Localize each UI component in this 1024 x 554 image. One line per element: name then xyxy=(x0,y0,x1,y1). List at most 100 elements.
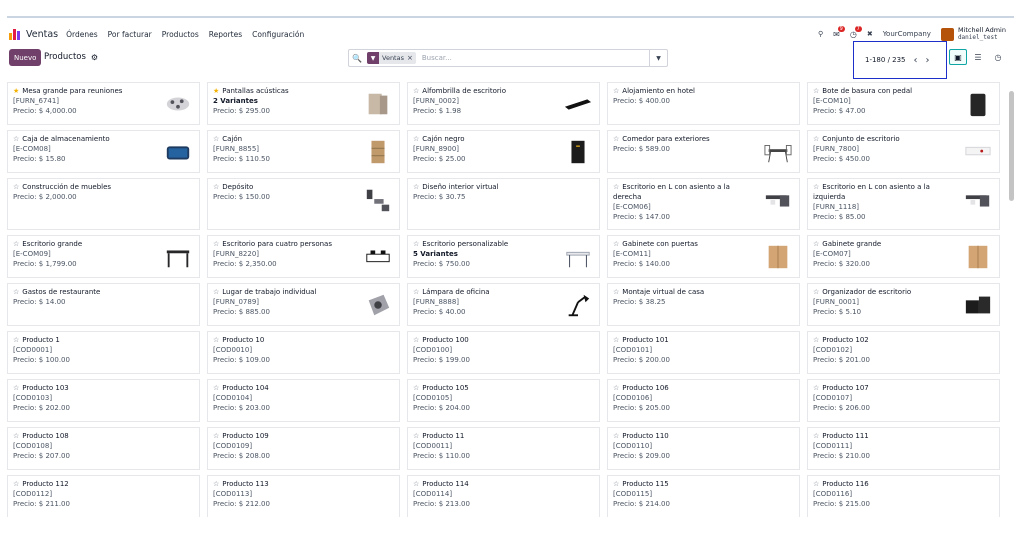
scrollbar[interactable] xyxy=(1009,91,1014,201)
menu-item-configuracion[interactable]: Configuración xyxy=(252,30,304,39)
favorite-star-icon[interactable]: ☆ xyxy=(213,183,219,191)
product-card[interactable]: ☆ Producto 106 [COD0106] Precio: $ 205.00 xyxy=(607,379,800,422)
chevron-left-icon[interactable]: ‹ xyxy=(914,55,918,66)
favorite-star-icon[interactable]: ☆ xyxy=(413,480,419,488)
favorite-star-icon[interactable]: ☆ xyxy=(813,480,819,488)
product-card[interactable]: ☆ Producto 110 [COD0110] Precio: $ 209.00 xyxy=(607,427,800,470)
favorite-star-icon[interactable]: ☆ xyxy=(13,183,19,191)
favorite-star-icon[interactable]: ☆ xyxy=(813,432,819,440)
favorite-star-icon[interactable]: ☆ xyxy=(213,240,219,248)
product-card[interactable]: ☆ Producto 102 [COD0102] Precio: $ 201.00 xyxy=(807,331,1000,374)
favorite-star-icon[interactable]: ☆ xyxy=(613,432,619,440)
product-card[interactable]: ☆ Producto 105 [COD0105] Precio: $ 204.00 xyxy=(407,379,600,422)
kanban-view-icon[interactable]: ▣ xyxy=(949,49,967,65)
favorite-star-icon[interactable]: ☆ xyxy=(813,288,819,296)
favorite-star-icon[interactable]: ☆ xyxy=(213,384,219,392)
search-icon[interactable]: 🔍 xyxy=(349,54,365,63)
favorite-star-icon[interactable]: ☆ xyxy=(13,135,19,143)
favorite-star-icon[interactable]: ☆ xyxy=(213,432,219,440)
app-logo-icon[interactable] xyxy=(9,28,21,40)
favorite-star-icon[interactable]: ☆ xyxy=(613,183,619,191)
favorite-star-icon[interactable]: ☆ xyxy=(613,336,619,344)
menu-item-ordenes[interactable]: Órdenes xyxy=(66,30,98,39)
activity-view-icon[interactable]: ◷ xyxy=(989,49,1007,65)
favorite-star-icon[interactable]: ☆ xyxy=(413,87,419,95)
favorite-star-icon[interactable]: ☆ xyxy=(213,288,219,296)
activity-clock-icon[interactable]: ◷ 7 xyxy=(850,25,862,39)
product-card[interactable]: ☆ Producto 113 [COD0113] Precio: $ 212.00 xyxy=(207,475,400,517)
chat-icon[interactable]: ✉ 9 xyxy=(833,25,845,39)
gear-icon[interactable]: ⚙ xyxy=(91,53,98,62)
product-card[interactable]: ☆ Producto 100 [COD0100] Precio: $ 199.00 xyxy=(407,331,600,374)
favorite-star-icon[interactable]: ☆ xyxy=(413,336,419,344)
filter-facet[interactable]: ▼ Ventas × xyxy=(367,52,416,64)
favorite-star-icon[interactable]: ☆ xyxy=(613,288,619,296)
product-card[interactable]: ☆ Producto 101 [COD0101] Precio: $ 200.00 xyxy=(607,331,800,374)
product-card[interactable]: ☆ Alfombrilla de escritorio [FURN_0002] Pre… xyxy=(407,82,600,125)
product-card[interactable]: ☆ Montaje virtual de casa Precio: $ 38.25 xyxy=(607,283,800,326)
product-card[interactable]: ☆ Conjunto de escritorio [FURN_7800] Precio… xyxy=(807,130,1000,173)
favorite-star-icon[interactable]: ☆ xyxy=(413,240,419,248)
product-card[interactable]: ☆ Comedor para exteriores Precio: $ 589.00 xyxy=(607,130,800,173)
product-card[interactable]: ☆ Escritorio personalizable 5 Variantes Pre… xyxy=(407,235,600,278)
product-card[interactable]: ☆ Escritorio en L con asiento a la izquie… xyxy=(807,178,1000,230)
product-card[interactable]: ☆ Producto 116 [COD0116] Precio: $ 215.00 xyxy=(807,475,1000,517)
favorite-star-icon[interactable]: ☆ xyxy=(13,288,19,296)
favorite-star-icon[interactable]: ★ xyxy=(13,87,19,95)
product-card[interactable]: ☆ Producto 104 [COD0104] Precio: $ 203.00 xyxy=(207,379,400,422)
menu-item-reportes[interactable]: Reportes xyxy=(209,30,242,39)
product-card[interactable]: ☆ Producto 108 [COD0108] Precio: $ 207.00 xyxy=(7,427,200,470)
product-card[interactable]: ☆ Producto 10 [COD0010] Precio: $ 109.00 xyxy=(207,331,400,374)
product-card[interactable]: ☆ Lugar de trabajo individual [FURN_0789] P… xyxy=(207,283,400,326)
product-card[interactable]: ☆ Diseño interior virtual Precio: $ 30.75 xyxy=(407,178,600,230)
product-card[interactable]: ☆ Depósito Precio: $ 150.00 xyxy=(207,178,400,230)
search-input[interactable]: Buscar... xyxy=(422,54,649,62)
favorite-star-icon[interactable]: ☆ xyxy=(413,288,419,296)
product-card[interactable]: ☆ Producto 115 [COD0115] Precio: $ 214.00 xyxy=(607,475,800,517)
favorite-star-icon[interactable]: ☆ xyxy=(613,384,619,392)
favorite-star-icon[interactable]: ★ xyxy=(213,87,219,95)
product-card[interactable]: ☆ Producto 1 [COD0001] Precio: $ 100.00 xyxy=(7,331,200,374)
favorite-star-icon[interactable]: ☆ xyxy=(413,183,419,191)
product-card[interactable]: ☆ Lámpara de oficina [FURN_8888] Precio: $ … xyxy=(407,283,600,326)
favorite-star-icon[interactable]: ☆ xyxy=(613,87,619,95)
user-menu[interactable]: Mitchell Admin daniel_test xyxy=(940,26,1006,42)
new-button[interactable]: Nuevo xyxy=(9,49,42,66)
product-card[interactable]: ☆ Gabinete grande [E-COM07] Precio: $ 320.0… xyxy=(807,235,1000,278)
product-card[interactable]: ☆ Gastos de restaurante Precio: $ 14.00 xyxy=(7,283,200,326)
favorite-star-icon[interactable]: ☆ xyxy=(613,480,619,488)
product-card[interactable]: ☆ Producto 111 [COD0111] Precio: $ 210.00 xyxy=(807,427,1000,470)
list-view-icon[interactable]: ☰ xyxy=(969,49,987,65)
menu-item-por-facturar[interactable]: Por facturar xyxy=(108,30,152,39)
chevron-right-icon[interactable]: › xyxy=(926,55,930,66)
favorite-star-icon[interactable]: ☆ xyxy=(13,336,19,344)
bug-icon[interactable]: ⚲ xyxy=(818,30,823,38)
product-card[interactable]: ☆ Producto 112 [COD0112] Precio: $ 211.00 xyxy=(7,475,200,517)
product-card[interactable]: ☆ Escritorio para cuatro personas [FURN_82… xyxy=(207,235,400,278)
product-card[interactable]: ☆ Alojamiento en hotel Precio: $ 400.00 xyxy=(607,82,800,125)
product-card[interactable]: ☆ Bote de basura con pedal [E-COM10] Precio… xyxy=(807,82,1000,125)
product-card[interactable]: ★ Mesa grande para reuniones [FURN_6741] Pr… xyxy=(7,82,200,125)
favorite-star-icon[interactable]: ☆ xyxy=(813,135,819,143)
favorite-star-icon[interactable]: ☆ xyxy=(813,240,819,248)
product-card[interactable]: ☆ Producto 114 [COD0114] Precio: $ 213.00 xyxy=(407,475,600,517)
favorite-star-icon[interactable]: ☆ xyxy=(413,135,419,143)
favorite-star-icon[interactable]: ☆ xyxy=(13,480,19,488)
favorite-star-icon[interactable]: ☆ xyxy=(813,336,819,344)
product-card[interactable]: ☆ Producto 107 [COD0107] Precio: $ 206.00 xyxy=(807,379,1000,422)
product-card[interactable]: ☆ Caja de almacenamiento [E-COM08] Precio: … xyxy=(7,130,200,173)
product-card[interactable]: ☆ Cajón [FURN_8855] Precio: $ 110.50 xyxy=(207,130,400,173)
favorite-star-icon[interactable]: ☆ xyxy=(813,183,819,191)
favorite-star-icon[interactable]: ☆ xyxy=(13,240,19,248)
pager-value[interactable]: 1-180 / 235 xyxy=(865,56,906,64)
chevron-down-icon[interactable]: ▼ xyxy=(649,50,667,66)
product-card[interactable]: ★ Pantallas acústicas 2 Variantes Precio: $… xyxy=(207,82,400,125)
favorite-star-icon[interactable]: ☆ xyxy=(813,87,819,95)
favorite-star-icon[interactable]: ☆ xyxy=(213,336,219,344)
product-card[interactable]: ☆ Construcción de muebles Precio: $ 2,000.… xyxy=(7,178,200,230)
favorite-star-icon[interactable]: ☆ xyxy=(813,384,819,392)
favorite-star-icon[interactable]: ☆ xyxy=(213,135,219,143)
favorite-star-icon[interactable]: ☆ xyxy=(13,432,19,440)
favorite-star-icon[interactable]: ☆ xyxy=(413,432,419,440)
favorite-star-icon[interactable]: ☆ xyxy=(213,480,219,488)
